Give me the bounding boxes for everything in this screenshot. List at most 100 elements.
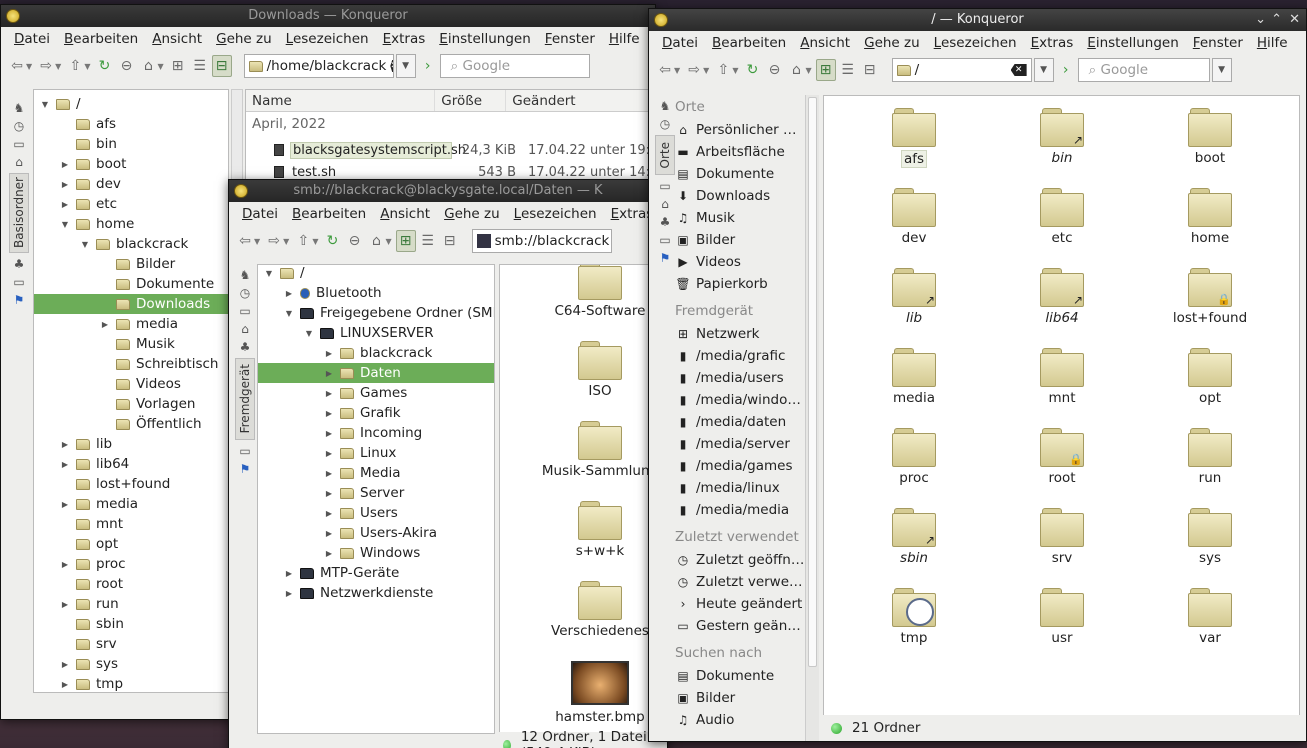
forward-icon[interactable]: ⇨	[36, 55, 56, 77]
folder-item[interactable]: media	[844, 348, 984, 406]
place-item[interactable]: ▮/media/linux	[675, 477, 819, 499]
folder-item[interactable]: ↗ sbin	[844, 508, 984, 566]
tree-view-icon[interactable]: ⊟	[440, 230, 460, 252]
tree-item[interactable]: opt	[34, 534, 228, 554]
expand-arrow-icon[interactable]: ▶	[284, 569, 294, 578]
history-icon[interactable]: ◷	[237, 286, 253, 300]
up-icon[interactable]: ⇧	[65, 55, 85, 77]
expand-arrow-icon[interactable]: ▶	[324, 389, 334, 398]
forward-icon[interactable]: ⇨	[684, 59, 704, 81]
tree-item[interactable]: ▶ boot	[34, 154, 228, 174]
location-input[interactable]: smb://blackcrack	[471, 229, 612, 253]
up-icon[interactable]: ⇧	[713, 59, 733, 81]
forward-icon[interactable]: ⇨	[264, 230, 284, 252]
folder-item[interactable]: ↗ lib64	[992, 268, 1132, 326]
reload-icon[interactable]: ↻	[94, 55, 114, 77]
expand-arrow-icon[interactable]: ▶	[60, 660, 70, 669]
back-icon[interactable]: ⇦	[235, 230, 255, 252]
folder-item[interactable]: afs	[844, 108, 984, 168]
location-input[interactable]: /home/blackcrack ✕	[243, 54, 394, 78]
tree-item[interactable]: ▶ Daten	[258, 363, 494, 383]
clear-icon[interactable]: ✕	[390, 60, 393, 72]
folder-item[interactable]: etc	[992, 188, 1132, 246]
menu-datei[interactable]: Datei	[235, 206, 285, 222]
menu-lesezeichen[interactable]: Lesezeichen	[927, 35, 1024, 51]
tree-item[interactable]: Videos	[34, 374, 228, 394]
tree-item[interactable]: ▶ Users-Akira	[258, 523, 494, 543]
place-item[interactable]: ♫ Musik	[675, 207, 819, 229]
expand-arrow-icon[interactable]: ▶	[324, 469, 334, 478]
place-item[interactable]: ⊞ Netzwerk	[675, 323, 819, 345]
menu-bearbeiten[interactable]: Bearbeiten	[705, 35, 793, 51]
expand-arrow-icon[interactable]: ▶	[324, 489, 334, 498]
menu-lesezeichen[interactable]: Lesezeichen	[507, 206, 604, 222]
tree-item[interactable]: Vorlagen	[34, 394, 228, 414]
collapse-arrow-icon[interactable]: ▼	[40, 100, 50, 109]
collapse-arrow-icon[interactable]: ▼	[304, 329, 314, 338]
folder-item[interactable]: opt	[1140, 348, 1280, 406]
expand-arrow-icon[interactable]: ▶	[60, 680, 70, 689]
window-titlebar[interactable]: Downloads — Konqueror	[1, 5, 655, 27]
back-icon[interactable]: ⇦	[7, 55, 27, 77]
menu-datei[interactable]: Datei	[655, 35, 705, 51]
folder-icon[interactable]: ▭	[237, 444, 253, 458]
folder-item[interactable]: s+w+k	[530, 501, 658, 559]
tree-item[interactable]: Bilder	[34, 254, 228, 274]
location-dropdown[interactable]: ▼	[1033, 58, 1054, 82]
tree-item[interactable]: Dokumente	[34, 274, 228, 294]
up-icon[interactable]: ⇧	[293, 230, 313, 252]
menu-hilfe[interactable]: Hilfe	[602, 31, 647, 47]
place-item[interactable]: ◷ Zuletzt verwe…	[675, 571, 819, 593]
expand-arrow-icon[interactable]: ▶	[284, 289, 294, 298]
back-icon[interactable]: ⇦	[655, 59, 675, 81]
menu-bearbeiten[interactable]: Bearbeiten	[285, 206, 373, 222]
flag-icon[interactable]: ⚑	[237, 462, 253, 476]
menu-ansicht[interactable]: Ansicht	[145, 31, 209, 47]
reload-icon[interactable]: ↻	[322, 230, 342, 252]
folder-item[interactable]: ↗ lib	[844, 268, 984, 326]
folder-icon[interactable]: ▭	[11, 137, 27, 151]
expand-arrow-icon[interactable]: ▶	[60, 200, 70, 209]
home-icon[interactable]: ⌂	[366, 230, 386, 252]
tab-basisordner[interactable]: Basisordner	[9, 173, 29, 253]
expand-arrow-icon[interactable]: ▶	[324, 369, 334, 378]
window-titlebar[interactable]: smb://blackcrack@blackysgate.local/Daten…	[229, 180, 667, 202]
tree-item[interactable]: ▼ /	[34, 94, 228, 114]
detail-view-icon[interactable]: ☰	[418, 230, 438, 252]
place-item[interactable]: ⬇ Downloads	[675, 185, 819, 207]
menu-ansicht[interactable]: Ansicht	[373, 206, 437, 222]
tree-item[interactable]: ▶ dev	[34, 174, 228, 194]
tree-item[interactable]: srv	[34, 634, 228, 654]
menu-fenster[interactable]: Fenster	[1186, 35, 1250, 51]
tree-item[interactable]: ▶ Incoming	[258, 423, 494, 443]
tree-view-icon[interactable]: ⊟	[860, 59, 880, 81]
tree-icon[interactable]: ♣	[237, 340, 253, 354]
tree-item[interactable]: bin	[34, 134, 228, 154]
tree-item[interactable]: ▶ lib	[34, 434, 228, 454]
menu-einstellungen[interactable]: Einstellungen	[1080, 35, 1186, 51]
expand-arrow-icon[interactable]: ▶	[324, 449, 334, 458]
table-row[interactable]: blacksgatesystemscript.sh 24,3 KiB 17.04…	[246, 140, 655, 160]
close-icon[interactable]: ✕	[1289, 9, 1300, 31]
menu-gehe-zu[interactable]: Gehe zu	[857, 35, 927, 51]
tree-item[interactable]: Öffentlich	[34, 414, 228, 434]
place-item[interactable]: ▮/media/daten	[675, 411, 819, 433]
tree-item[interactable]: mnt	[34, 514, 228, 534]
icon-view-icon[interactable]: ⊞	[168, 55, 188, 77]
folder-item[interactable]: dev	[844, 188, 984, 246]
place-item[interactable]: ▣ Bilder	[675, 229, 819, 251]
place-item[interactable]: ▮/media/games	[675, 455, 819, 477]
column-name[interactable]: Name	[246, 90, 436, 111]
flag-icon[interactable]: ⚑	[11, 293, 27, 307]
icon-view-icon[interactable]: ⊞	[815, 59, 836, 81]
folder-item[interactable]: proc	[844, 428, 984, 486]
window-titlebar[interactable]: / — Konqueror ⌄ ⌃ ✕	[649, 9, 1306, 31]
tree-item[interactable]: ▶ etc	[34, 194, 228, 214]
network-tree[interactable]: ▼ / ▶ Bluetooth ▼ Freigegebene Ordner (SMB) ▼ L…	[257, 264, 495, 734]
folder-item[interactable]: var	[1140, 588, 1280, 646]
collapse-arrow-icon[interactable]: ▼	[264, 269, 274, 278]
tree-item[interactable]: ▶ tmp	[34, 674, 228, 692]
place-item[interactable]: › Heute geändert	[675, 593, 819, 615]
folder-item[interactable]: sys	[1140, 508, 1280, 566]
folder-icon[interactable]: ▭	[237, 304, 253, 318]
